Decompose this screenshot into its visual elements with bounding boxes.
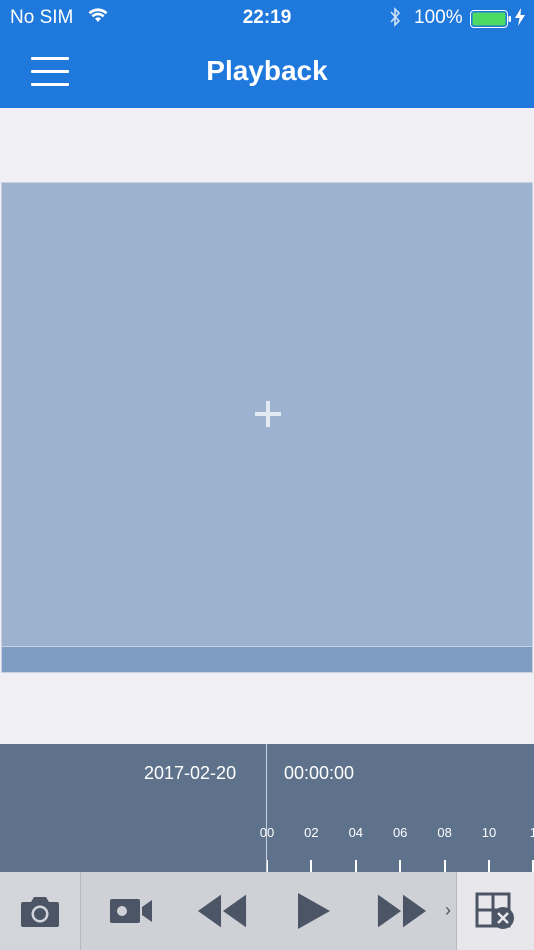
timeline-tick [354, 860, 357, 872]
record-video-icon[interactable] [104, 886, 156, 936]
timeline-hour-label: 10 [481, 825, 497, 840]
battery-icon [470, 10, 512, 34]
timeline-tick [399, 860, 402, 872]
timeline-hour-label: 02 [304, 825, 319, 840]
timeline-hour-label: 1 [529, 825, 534, 840]
timeline-hour-label: 08 [437, 825, 452, 840]
timeline-tick [443, 860, 446, 872]
video-status-bar [1, 647, 533, 673]
timeline-hour-label: 06 [392, 825, 408, 840]
status-bar: No SIM 22:19 100% [0, 0, 534, 36]
video-window[interactable] [1, 182, 533, 647]
navigation-bar: Playback [0, 36, 534, 108]
timeline-cursor[interactable] [266, 744, 267, 872]
timeline-time: 00:00:00 [284, 763, 355, 783]
timeline-hour-label: 00 [259, 825, 275, 840]
fast-forward-icon[interactable] [376, 886, 428, 936]
rewind-icon[interactable] [196, 886, 248, 936]
battery-percent: 100% [414, 7, 463, 28]
bluetooth-icon [388, 6, 402, 34]
page-title: Playback [206, 55, 328, 86]
playback-toolbar: › [0, 872, 534, 950]
playback-timeline[interactable]: 2017-02-20 00:00:00 00 02 04 06 08 10 1 [0, 744, 534, 872]
timeline-date: 2017-02-20 [144, 763, 237, 783]
more-arrow[interactable]: › [445, 900, 451, 921]
play-icon[interactable] [286, 886, 338, 936]
snapshot-camera-icon[interactable] [14, 886, 66, 936]
close-window-icon[interactable] [470, 886, 522, 936]
timeline-tick [488, 860, 490, 872]
timeline-tick [310, 860, 313, 872]
plus-icon[interactable] [253, 399, 283, 429]
timeline-hour-label: 04 [348, 825, 364, 840]
charging-icon [514, 8, 526, 32]
